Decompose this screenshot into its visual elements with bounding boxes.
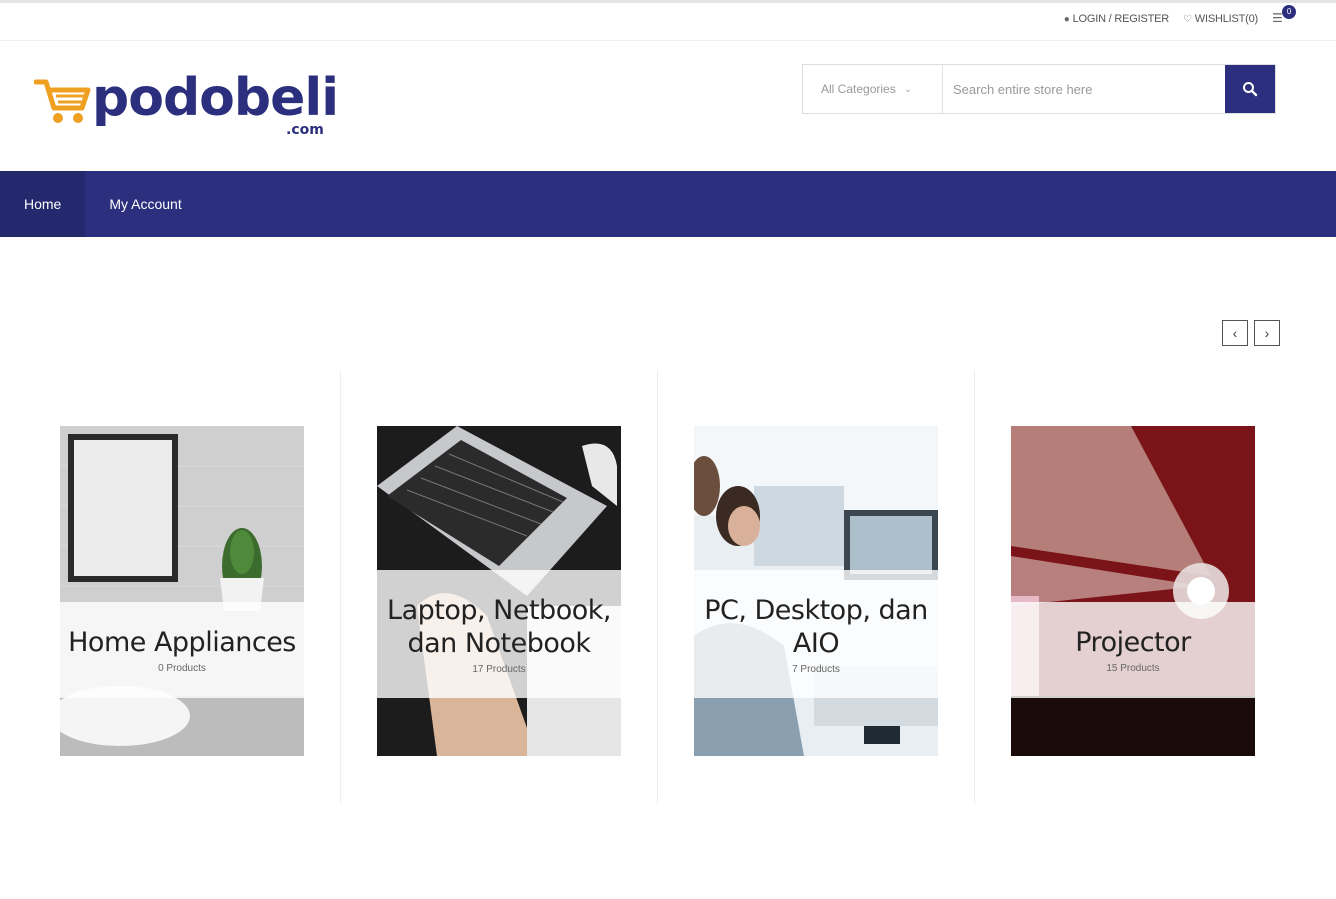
login-register-link[interactable]: ● LOGIN / REGISTER — [1064, 13, 1169, 25]
nav-item-my-account[interactable]: My Account — [85, 171, 205, 237]
category-product-count: 17 Products — [472, 663, 526, 675]
wishlist-link[interactable]: ♡ WISHLIST(0) — [1183, 13, 1258, 25]
account-links: ● LOGIN / REGISTER ♡ WISHLIST(0) ☰ 0 — [1064, 5, 1296, 27]
top-utility-bar: ● LOGIN / REGISTER ♡ WISHLIST(0) ☰ 0 — [0, 3, 1336, 41]
category-product-count: 15 Products — [1106, 663, 1160, 674]
category-card-laptop[interactable]: Laptop, Netbook, dan Notebook 17 Product… — [377, 426, 621, 756]
category-title: Home Appliances — [68, 627, 296, 658]
login-register-label: LOGIN / REGISTER — [1072, 13, 1170, 25]
wishlist-label: WISHLIST(0) — [1194, 13, 1258, 25]
category-card-pc-desktop[interactable]: PC, Desktop, dan AIO 7 Products — [694, 426, 938, 756]
slider-prev-button[interactable]: ‹ — [1222, 320, 1248, 346]
category-caption: PC, Desktop, dan AIO 7 Products — [694, 570, 938, 698]
category-product-count: 0 Products — [158, 663, 206, 674]
card-divider — [974, 370, 975, 804]
category-carousel: Home Appliances 0 Products Laptop, Netbo… — [22, 370, 1322, 810]
chevron-down-icon: ⌄ — [903, 83, 913, 95]
search-button[interactable] — [1225, 65, 1275, 113]
main-navigation: Home My Account — [0, 171, 1336, 237]
card-divider — [657, 370, 658, 804]
category-caption: Home Appliances 0 Products — [60, 602, 304, 698]
home-appliances-image — [60, 426, 304, 756]
category-title: Projector — [1075, 627, 1191, 658]
cart-count-badge: 0 — [1282, 5, 1296, 19]
search-bar: All Categories ⌄ — [802, 64, 1276, 114]
category-caption: Projector 15 Products — [1011, 602, 1255, 698]
nav-item-home[interactable]: Home — [0, 171, 86, 237]
cart-icon: ☰ — [1272, 11, 1283, 25]
category-slider-controls: ‹ › — [1222, 320, 1280, 346]
site-header: podobeli .com All Categories ⌄ — [0, 42, 1336, 170]
site-logo[interactable]: podobeli .com — [34, 68, 344, 160]
card-divider — [340, 370, 341, 804]
logo-cart-icon — [34, 79, 91, 123]
category-select-label: All Categories — [821, 82, 896, 96]
heart-icon: ♡ — [1183, 13, 1192, 25]
category-caption: Laptop, Netbook, dan Notebook 17 Product… — [377, 570, 621, 698]
user-icon: ● — [1063, 13, 1070, 25]
slider-next-button[interactable]: › — [1254, 320, 1280, 346]
category-card-home-appliances[interactable]: Home Appliances 0 Products — [60, 426, 304, 756]
category-card-projector[interactable]: Projector 15 Products — [1011, 426, 1255, 756]
category-select[interactable]: All Categories ⌄ — [803, 65, 943, 113]
logo-domain: .com — [286, 122, 324, 138]
logo-wordmark: podobeli — [92, 68, 339, 128]
category-title: Laptop, Netbook, dan Notebook — [387, 594, 611, 659]
cart-button[interactable]: ☰ 0 — [1272, 5, 1296, 27]
category-title: PC, Desktop, dan AIO — [704, 594, 928, 659]
search-input[interactable] — [943, 65, 1225, 113]
projector-image — [1011, 426, 1255, 756]
search-icon — [1243, 82, 1258, 97]
category-product-count: 7 Products — [792, 663, 840, 675]
